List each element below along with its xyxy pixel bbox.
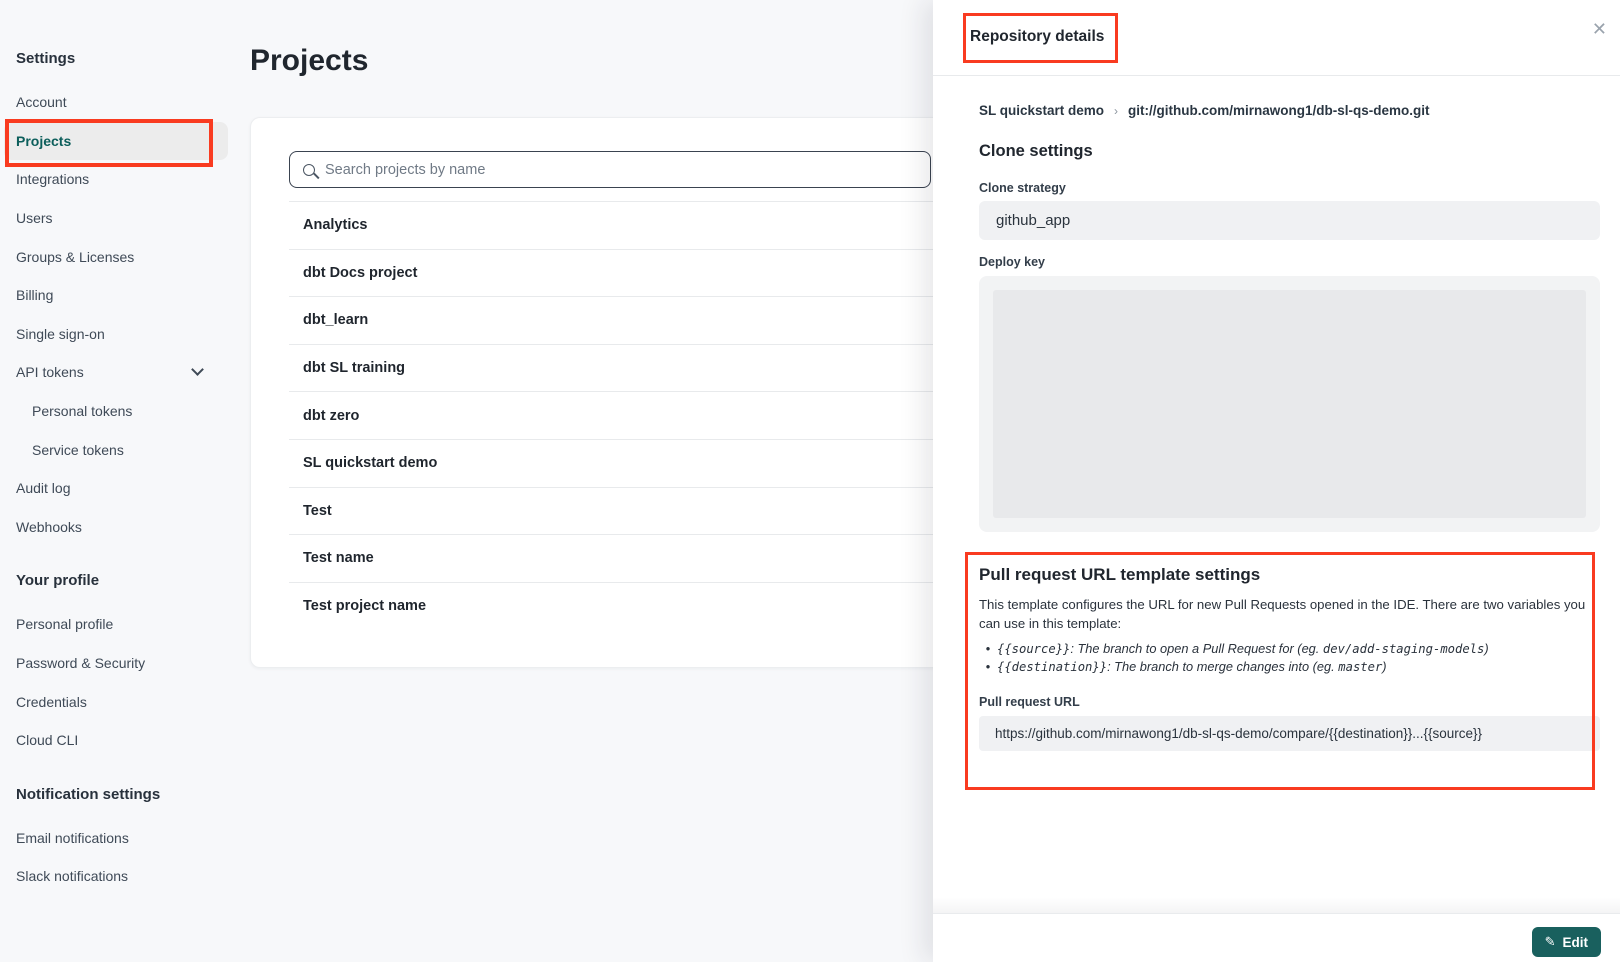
settings-sidebar: Settings Account Projects Integrations U… — [0, 0, 240, 896]
search-icon — [303, 164, 315, 176]
deploy-key-label: Deploy key — [979, 255, 1600, 269]
pr-template-description: This template configures the URL for new… — [979, 595, 1600, 633]
sidebar-section-header-your-profile: Your profile — [0, 572, 240, 605]
breadcrumb-repo-url: git://github.com/mirnawong1/db-sl-qs-dem… — [1128, 103, 1429, 118]
sidebar-item-password-security[interactable]: Password & Security — [0, 644, 240, 683]
sidebar-section-header-settings: Settings — [0, 50, 240, 83]
search-input[interactable] — [325, 162, 930, 178]
edit-button-label: Edit — [1563, 935, 1589, 950]
breadcrumb-separator-icon: › — [1114, 104, 1118, 118]
sidebar-item-api-tokens[interactable]: API tokens — [0, 353, 240, 392]
drawer-header: Repository details ✕ — [933, 0, 1620, 76]
drawer-body: SL quickstart demo › git://github.com/mi… — [979, 76, 1600, 751]
clone-strategy-value: github_app — [979, 201, 1600, 240]
sidebar-item-slack-notifications[interactable]: Slack notifications — [0, 857, 240, 896]
sidebar-item-billing[interactable]: Billing — [0, 276, 240, 315]
pr-template-heading: Pull request URL template settings — [979, 565, 1600, 585]
sidebar-section-header-notification-settings: Notification settings — [0, 786, 240, 819]
drawer-footer: ✎ Edit — [933, 913, 1620, 962]
pr-template-variables: {{source}}: The branch to open a Pull Re… — [979, 641, 1600, 675]
sidebar-item-audit-log[interactable]: Audit log — [0, 469, 240, 508]
sidebar-item-users[interactable]: Users — [0, 199, 240, 238]
pull-request-url-value: https://github.com/mirnawong1/db-sl-qs-d… — [979, 716, 1600, 751]
edit-button[interactable]: ✎ Edit — [1532, 927, 1601, 957]
sidebar-item-cloud-cli[interactable]: Cloud CLI — [0, 721, 240, 760]
sidebar-item-groups-licenses[interactable]: Groups & Licenses — [0, 237, 240, 276]
sidebar-item-integrations[interactable]: Integrations — [0, 160, 240, 199]
sidebar-item-projects[interactable]: Projects — [0, 122, 240, 161]
sidebar-item-service-tokens[interactable]: Service tokens — [0, 430, 240, 469]
sidebar-item-personal-tokens[interactable]: Personal tokens — [0, 392, 240, 431]
breadcrumb: SL quickstart demo › git://github.com/mi… — [979, 103, 1600, 118]
clone-settings-heading: Clone settings — [979, 142, 1600, 161]
sidebar-item-account[interactable]: Account — [0, 83, 240, 122]
pr-variable-destination: {{destination}}: The branch to merge cha… — [979, 659, 1600, 676]
sidebar-item-credentials[interactable]: Credentials — [0, 682, 240, 721]
sidebar-item-single-sign-on[interactable]: Single sign-on — [0, 315, 240, 354]
drawer-title: Repository details — [970, 28, 1104, 46]
sidebar-item-personal-profile[interactable]: Personal profile — [0, 605, 240, 644]
breadcrumb-project: SL quickstart demo — [979, 103, 1104, 118]
sidebar-item-webhooks[interactable]: Webhooks — [0, 508, 240, 547]
page-title: Projects — [250, 44, 368, 78]
chevron-down-icon — [191, 364, 204, 377]
pr-variable-source: {{source}}: The branch to open a Pull Re… — [979, 641, 1600, 658]
deploy-key-redacted-value — [993, 290, 1586, 518]
pencil-icon: ✎ — [1545, 934, 1556, 950]
close-icon[interactable]: ✕ — [1592, 20, 1607, 38]
repository-details-drawer: Repository details ✕ SL quickstart demo … — [933, 0, 1620, 962]
clone-strategy-label: Clone strategy — [979, 181, 1600, 195]
deploy-key-field — [979, 276, 1600, 532]
sidebar-item-email-notifications[interactable]: Email notifications — [0, 819, 240, 858]
pull-request-url-label: Pull request URL — [979, 695, 1600, 709]
project-search-box — [289, 151, 931, 188]
pull-request-template-section: Pull request URL template settings This … — [979, 551, 1600, 751]
